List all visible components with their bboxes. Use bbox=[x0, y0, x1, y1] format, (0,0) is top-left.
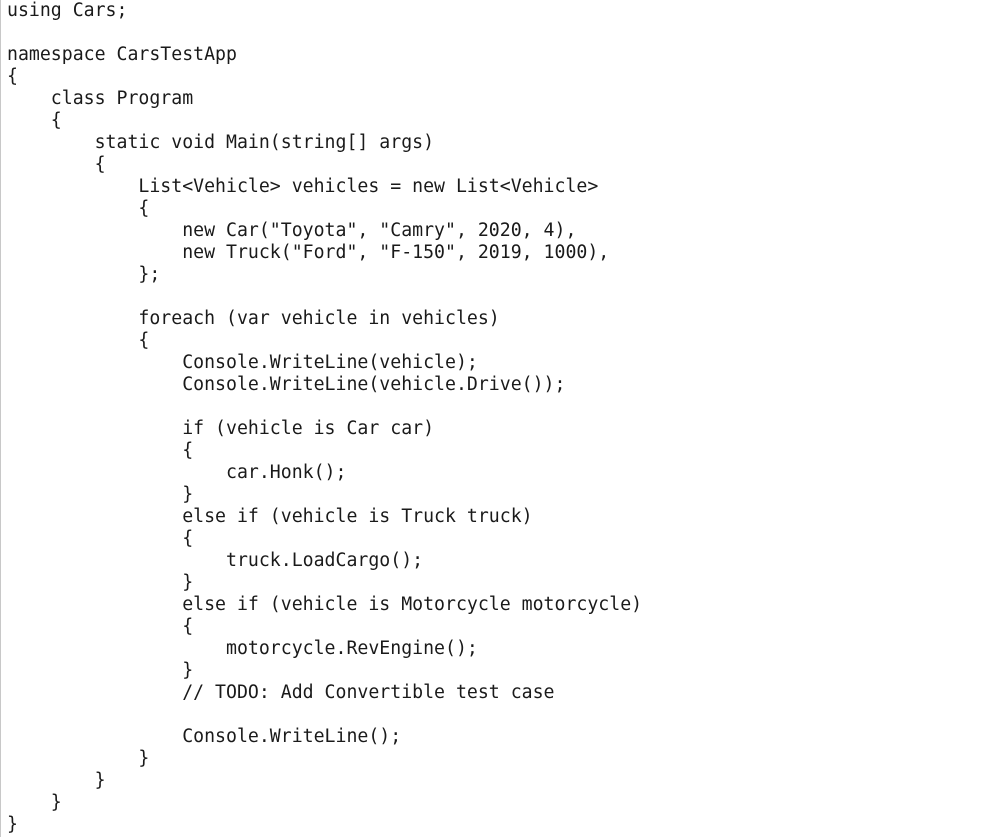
code-line: foreach (var vehicle in vehicles) bbox=[7, 308, 500, 329]
code-line: namespace CarsTestApp bbox=[7, 44, 237, 65]
code-line: { bbox=[7, 528, 194, 549]
code-line: motorcycle.RevEngine(); bbox=[7, 638, 478, 659]
code-line: using Cars; bbox=[7, 0, 128, 21]
code-line: new Car("Toyota", "Camry", 2020, 4), bbox=[7, 220, 577, 241]
code-line: Console.WriteLine(vehicle.Drive()); bbox=[7, 374, 566, 395]
code-line: new Truck("Ford", "F-150", 2019, 1000), bbox=[7, 242, 610, 263]
code-line: { bbox=[7, 110, 62, 131]
code-line: static void Main(string[] args) bbox=[7, 132, 435, 153]
code-line: else if (vehicle is Truck truck) bbox=[7, 506, 533, 527]
code-line: Console.WriteLine(); bbox=[7, 726, 402, 747]
code-line: car.Honk(); bbox=[7, 462, 347, 483]
code-line: // TODO: Add Convertible test case bbox=[7, 682, 555, 703]
code-line: } bbox=[7, 660, 194, 681]
code-line: }; bbox=[7, 264, 161, 285]
code-line: } bbox=[7, 792, 62, 813]
code-line: List<Vehicle> vehicles = new List<Vehicl… bbox=[7, 176, 599, 197]
code-line: } bbox=[7, 748, 150, 769]
code-line: { bbox=[7, 66, 18, 87]
code-line: { bbox=[7, 440, 194, 461]
code-line: truck.LoadCargo(); bbox=[7, 550, 424, 571]
code-line: } bbox=[7, 814, 18, 835]
code-line: } bbox=[7, 770, 106, 791]
editor-left-border bbox=[0, 0, 1, 837]
code-line: { bbox=[7, 330, 150, 351]
code-editor[interactable]: using Cars; namespace CarsTestApp { clas… bbox=[0, 0, 1000, 837]
code-line: { bbox=[7, 616, 194, 637]
code-line: { bbox=[7, 154, 106, 175]
code-line: if (vehicle is Car car) bbox=[7, 418, 435, 439]
code-line: } bbox=[7, 572, 194, 593]
code-line: else if (vehicle is Motorcycle motorcycl… bbox=[7, 594, 643, 615]
code-line: Console.WriteLine(vehicle); bbox=[7, 352, 478, 373]
code-line: { bbox=[7, 198, 150, 219]
code-line: class Program bbox=[7, 88, 194, 109]
code-line: } bbox=[7, 484, 194, 505]
code-text[interactable]: using Cars; namespace CarsTestApp { clas… bbox=[7, 0, 642, 836]
